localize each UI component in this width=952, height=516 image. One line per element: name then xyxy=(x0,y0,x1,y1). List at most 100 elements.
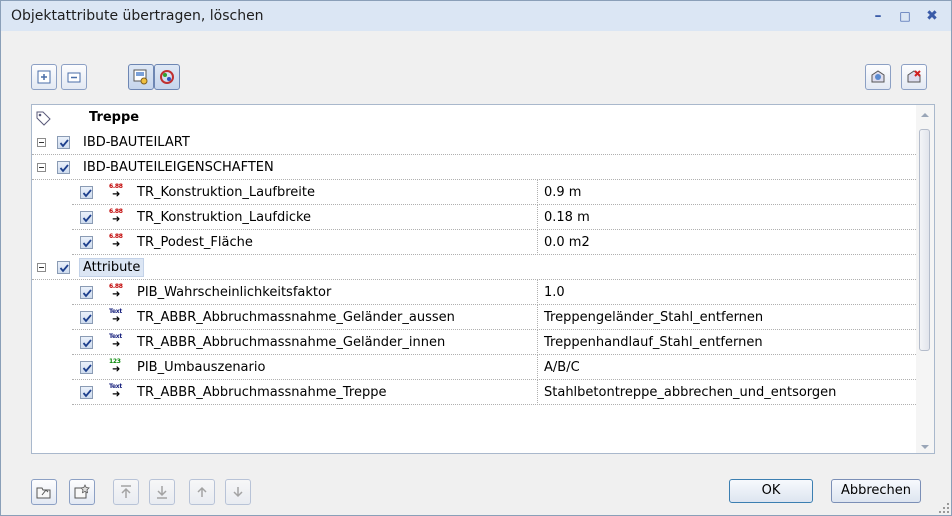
view-mode-icon xyxy=(133,69,148,85)
window-title: Objektattribute übertragen, löschen xyxy=(11,8,264,24)
arrow-up-icon xyxy=(197,486,207,497)
attribute-row[interactable]: 6.88 ➜ TR_Konstruktion_Laufdicke 0.18 m xyxy=(32,205,916,230)
expand-all-icon xyxy=(37,70,51,84)
favorites-button[interactable] xyxy=(69,479,95,505)
transfer-attributes-icon xyxy=(871,70,885,83)
attribute-value: 0.0 m2 xyxy=(544,235,590,250)
number-type-icon: 6.88 ➜ xyxy=(109,183,123,200)
attribute-value-cell[interactable]: Treppengeländer_Stahl_entfernen xyxy=(537,305,917,330)
attribute-row[interactable]: 6.88 ➜ TR_Konstruktion_Laufbreite 0.9 m xyxy=(32,180,916,205)
transfer-attributes-button[interactable] xyxy=(865,64,891,90)
favorites-icon xyxy=(74,484,90,499)
attribute-checkbox[interactable] xyxy=(80,311,93,324)
scroll-down-arrow[interactable] xyxy=(921,445,929,449)
collapse-all-icon xyxy=(67,72,81,83)
text-type-icon: Text ➜ xyxy=(109,383,122,400)
attribute-value-cell[interactable]: Stahlbetontreppe_abbrechen_und_entsorgen xyxy=(537,380,917,405)
collapse-toggle[interactable] xyxy=(37,163,46,172)
attribute-value-cell[interactable]: Treppenhandlauf_Stahl_entfernen xyxy=(537,330,917,355)
attribute-checkbox[interactable] xyxy=(80,361,93,374)
color-view-icon xyxy=(160,70,174,84)
collapse-all-button[interactable] xyxy=(61,64,87,90)
resize-grip-icon[interactable] xyxy=(939,503,949,513)
color-view-button[interactable] xyxy=(154,64,180,90)
delete-attributes-button[interactable] xyxy=(901,64,927,90)
tree-group-row[interactable]: IBD-BAUTEILART xyxy=(32,130,916,155)
attribute-value-cell[interactable]: 0.0 m2 xyxy=(537,230,917,255)
delete-attributes-icon xyxy=(907,70,921,83)
attribute-name: TR_Konstruktion_Laufdicke xyxy=(137,210,312,225)
arrow-down-icon xyxy=(233,487,243,498)
attribute-value: 0.9 m xyxy=(544,185,582,200)
enum-type-icon: 123 ➜ xyxy=(109,358,121,375)
attribute-name: TR_Podest_Fläche xyxy=(137,235,253,250)
attribute-value: 0.18 m xyxy=(544,210,590,225)
move-bottom-button[interactable] xyxy=(149,479,175,505)
attribute-value: Stahlbetontreppe_abbrechen_und_entsorgen xyxy=(544,385,837,400)
attribute-checkbox[interactable] xyxy=(80,286,93,299)
attribute-row[interactable]: 6.88 ➜ TR_Podest_Fläche 0.0 m2 xyxy=(32,230,916,255)
attribute-value-cell[interactable]: 0.18 m xyxy=(537,205,917,230)
minimize-button[interactable]: – xyxy=(867,5,889,27)
attribute-checkbox[interactable] xyxy=(80,386,93,399)
attribute-value: 1.0 xyxy=(544,285,565,300)
cancel-button[interactable]: Abbrechen xyxy=(831,479,921,503)
ok-button[interactable]: OK xyxy=(729,479,813,503)
group-checkbox[interactable] xyxy=(57,261,70,274)
number-type-icon: 6.88 ➜ xyxy=(109,283,123,300)
collapse-toggle[interactable] xyxy=(37,263,46,272)
attribute-row[interactable]: Text ➜ TR_ABBR_Abbruchmassnahme_Treppe Stah… xyxy=(32,380,916,405)
attribute-checkbox[interactable] xyxy=(80,236,93,249)
maximize-button[interactable]: □ xyxy=(894,5,916,27)
root-label: Treppe xyxy=(89,110,140,125)
attribute-name: TR_ABBR_Abbruchmassnahme_Geländer_innen xyxy=(137,335,446,350)
attribute-value-cell[interactable]: 0.9 m xyxy=(537,180,917,205)
number-type-icon: 6.88 ➜ xyxy=(109,208,123,225)
move-up-button[interactable] xyxy=(189,479,215,505)
attribute-value-cell[interactable]: A/B/C xyxy=(537,355,917,380)
attribute-tree[interactable]: Treppe IBD-BAUTEILART IBD-BAUTEILEIGENSCH… xyxy=(31,104,935,454)
attribute-name: PIB_Wahrscheinlichkeitsfaktor xyxy=(137,285,332,300)
close-button[interactable]: ✖ xyxy=(921,5,943,27)
dialog-window: Objektattribute übertragen, löschen – □ … xyxy=(0,0,952,516)
scrollbar-thumb[interactable] xyxy=(919,129,930,351)
tree-root-row[interactable]: Treppe xyxy=(32,105,916,130)
title-bar[interactable]: Objektattribute übertragen, löschen – □ … xyxy=(1,1,951,31)
group-checkbox[interactable] xyxy=(57,161,70,174)
attribute-row[interactable]: 6.88 ➜ PIB_Wahrscheinlichkeitsfaktor 1.0 xyxy=(32,280,916,305)
move-down-button[interactable] xyxy=(225,479,251,505)
collapse-toggle[interactable] xyxy=(37,138,46,147)
arrow-top-icon xyxy=(121,485,131,498)
attribute-row[interactable]: Text ➜ TR_ABBR_Abbruchmassnahme_Geländer_i… xyxy=(32,330,916,355)
arrow-bottom-icon xyxy=(157,486,167,499)
attribute-row[interactable]: Text ➜ TR_ABBR_Abbruchmassnahme_Geländer_a… xyxy=(32,305,916,330)
attribute-value: Treppengeländer_Stahl_entfernen xyxy=(544,310,764,325)
number-type-icon: 6.88 ➜ xyxy=(109,233,123,250)
vertical-scrollbar[interactable] xyxy=(916,105,934,453)
tag-icon xyxy=(36,111,51,126)
attribute-value: Treppenhandlauf_Stahl_entfernen xyxy=(544,335,763,350)
scroll-up-arrow[interactable] xyxy=(921,113,929,117)
group-checkbox[interactable] xyxy=(57,136,70,149)
attribute-checkbox[interactable] xyxy=(80,211,93,224)
tree-group-row[interactable]: Attribute xyxy=(32,255,916,280)
view-mode-button[interactable] xyxy=(128,64,154,90)
attribute-row[interactable]: 123 ➜ PIB_Umbauszenario A/B/C xyxy=(32,355,916,380)
group-label: IBD-BAUTEILART xyxy=(83,135,190,150)
attribute-checkbox[interactable] xyxy=(80,336,93,349)
group-label: IBD-BAUTEILEIGENSCHAFTEN xyxy=(83,160,274,175)
attribute-name: TR_ABBR_Abbruchmassnahme_Treppe xyxy=(137,385,387,400)
text-type-icon: Text ➜ xyxy=(109,333,122,350)
move-top-button[interactable] xyxy=(113,479,139,505)
expand-all-button[interactable] xyxy=(31,64,57,90)
group-label: Attribute xyxy=(79,258,145,277)
tree-group-row[interactable]: IBD-BAUTEILEIGENSCHAFTEN xyxy=(32,155,916,180)
attribute-value: A/B/C xyxy=(544,360,580,375)
attribute-name: TR_Konstruktion_Laufbreite xyxy=(137,185,315,200)
attribute-value-cell[interactable]: 1.0 xyxy=(537,280,917,305)
attribute-name: PIB_Umbauszenario xyxy=(137,360,266,375)
folder-open-icon xyxy=(36,487,51,499)
import-button[interactable] xyxy=(31,479,57,505)
attribute-checkbox[interactable] xyxy=(80,186,93,199)
attribute-name: TR_ABBR_Abbruchmassnahme_Geländer_aussen xyxy=(137,310,455,325)
